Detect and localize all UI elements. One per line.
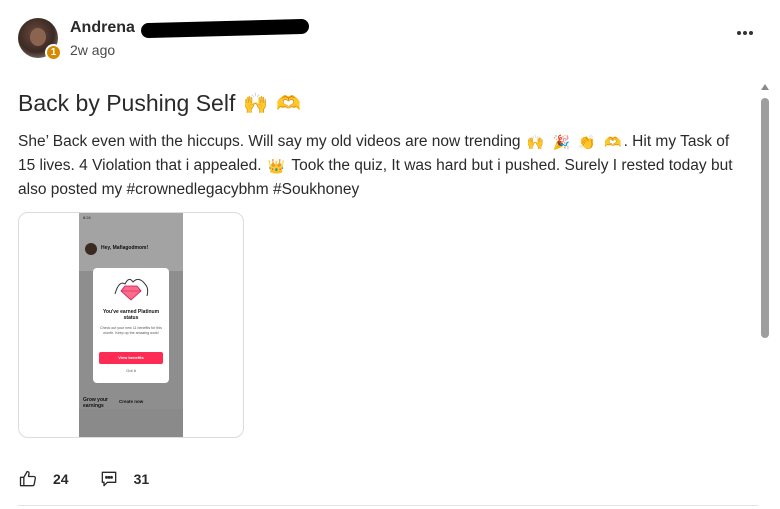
view-benefits-button: View benefits — [99, 352, 163, 364]
phone-status-time: 8:24 — [83, 215, 91, 220]
avatar[interactable]: 1 — [18, 18, 62, 61]
raising-hands-emoji: 🙌 — [243, 93, 269, 115]
post-body-part-1: She’ Back even with the hiccups. Will sa… — [18, 133, 521, 151]
more-options-button[interactable] — [736, 24, 754, 42]
post-title: Back by Pushing Self 🙌 🫶 — [18, 90, 301, 117]
raising-hands-emoji: 🙌 — [526, 134, 545, 150]
image-attachment[interactable]: 8:24 Hey, Mafiagodmom! Grow your earning… — [18, 212, 244, 438]
comment-icon — [101, 471, 116, 487]
modal-title: You've earned Platinum status — [102, 309, 160, 321]
phone-greeting: Hey, Mafiagodmom! — [101, 245, 149, 251]
like-count: 24 — [53, 471, 69, 487]
comment-count: 31 — [133, 471, 150, 487]
divider — [18, 505, 758, 506]
post-actions: 24 31 — [18, 469, 149, 489]
author-name[interactable]: Andrena — [70, 19, 135, 37]
thumbs-up-icon — [19, 470, 37, 487]
phone-bottom-nav — [79, 409, 183, 437]
modal-description: Check out your new 11 benefits for this … — [100, 326, 162, 335]
got-it-text: Got it — [126, 368, 136, 373]
party-popper-emoji: 🎉 — [552, 134, 571, 150]
phone-grow-text: Grow your earnings — [83, 397, 109, 409]
scrollbar[interactable] — [760, 84, 770, 504]
scroll-thumb[interactable] — [761, 98, 769, 338]
heart-hands-emoji: 🫶 — [276, 93, 302, 115]
post-header: 1 Andrena 2w ago — [18, 18, 310, 61]
avatar-face — [30, 28, 46, 46]
clapping-hands-emoji: 👏 — [578, 134, 596, 150]
post-title-text: Back by Pushing Self — [18, 90, 236, 116]
crown-emoji: 👑 — [267, 158, 286, 175]
platinum-modal: You've earned Platinum status Check out … — [93, 268, 169, 383]
diamond-icon — [114, 278, 149, 301]
post-body: She’ Back even with the hiccups. Will sa… — [18, 130, 748, 202]
like-button[interactable]: 24 — [18, 469, 69, 489]
phone-create-text: Create now — [119, 399, 144, 404]
post-timestamp[interactable]: 2w ago — [70, 42, 309, 58]
phone-avatar — [85, 243, 97, 255]
comment-button[interactable]: 31 — [99, 469, 150, 489]
heart-hands-emoji: 🫶 — [604, 134, 622, 150]
more-horizontal-icon — [737, 31, 753, 35]
author-row: Andrena — [70, 18, 310, 38]
redaction-mark — [140, 18, 310, 38]
phone-top-area — [79, 213, 183, 271]
author-block: Andrena 2w ago — [70, 18, 310, 58]
level-badge: 1 — [45, 44, 62, 61]
scroll-up-arrow-icon[interactable] — [761, 84, 769, 90]
